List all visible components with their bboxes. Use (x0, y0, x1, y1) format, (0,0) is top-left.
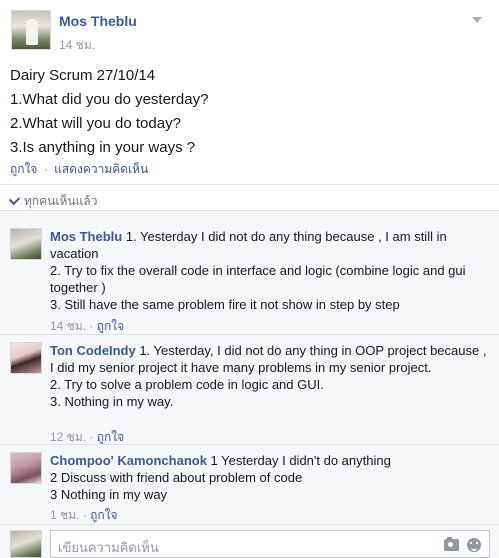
author-name[interactable]: Mos Theblu (59, 13, 137, 29)
avatar[interactable] (10, 342, 42, 374)
separator: · (89, 430, 94, 444)
like-link[interactable]: ถูกใจ (10, 162, 37, 176)
comment-time[interactable]: 1 ชม. (50, 508, 79, 522)
separator: · (82, 508, 87, 522)
post-line: 2.What will you do today? (10, 115, 181, 132)
comment-like-link[interactable]: ถูกใจ (90, 508, 117, 522)
avatar (10, 530, 42, 558)
comment-time[interactable]: 12 ชม. (50, 430, 86, 444)
comment-composer: เขียนความคิดเห็น (10, 530, 490, 558)
comment-link[interactable]: แสดงความคิดเห็น (54, 162, 148, 176)
comment-input-placeholder: เขียนความคิดเห็น (58, 540, 159, 555)
divider (0, 524, 499, 525)
post-line: 1.What did you do yesterday? (10, 91, 209, 108)
post-time[interactable]: 14 ชม. (59, 36, 95, 55)
author-avatar[interactable] (11, 10, 51, 50)
comment-like-link[interactable]: ถูกใจ (97, 319, 124, 333)
comment-text: Chompoo' Kamonchanok 1 Yesterday I didn'… (50, 452, 490, 503)
comment-like-link[interactable]: ถูกใจ (97, 430, 124, 444)
comment-author[interactable]: Mos Theblu (50, 229, 122, 244)
separator: · (43, 162, 48, 176)
post-actions: ถูกใจ · แสดงความคิดเห็น (10, 160, 148, 179)
comment-line: 2. Try to solve a problem code in logic … (50, 377, 324, 392)
comment-text: Mos Theblu 1. Yesterday I did not do any… (50, 228, 490, 313)
separator: · (89, 319, 94, 333)
avatar[interactable] (10, 452, 42, 484)
comment-line: 3. Still have the same problem fire it n… (50, 297, 400, 312)
comment-line: 2. Try to fix the overall code in interf… (50, 263, 466, 295)
chevron-down-icon[interactable] (466, 10, 488, 30)
emoji-icon[interactable] (467, 538, 481, 552)
divider (0, 444, 499, 445)
divider (0, 184, 499, 185)
checkmark-icon (8, 193, 21, 206)
seen-by-text: ทุกคนเห็นแล้ว (24, 194, 98, 208)
comment-time[interactable]: 14 ชม. (50, 319, 86, 333)
post-body: Dairy Scrum 27/10/14 1.What did you do y… (10, 64, 490, 160)
comment-line: 2 Discuss with friend about problem of c… (50, 470, 303, 485)
post-line: Dairy Scrum 27/10/14 (10, 67, 156, 84)
comment-input[interactable]: เขียนความคิดเห็น (50, 530, 490, 558)
comment-line: 3 Nothing in my way (50, 487, 168, 502)
comment-meta: 1 ชม. · ถูกใจ (50, 506, 118, 525)
comment-line: 1 Yesterday I didn't do anything (206, 453, 391, 468)
facebook-post: Mos Theblu 14 ชม. Dairy Scrum 27/10/14 1… (0, 0, 499, 558)
comment-line: 3. Nothing in my way. (50, 394, 174, 409)
comment-text: Ton CodeIndy 1. Yesterday, I did not do … (50, 342, 490, 410)
avatar[interactable] (10, 228, 42, 260)
comment-author[interactable]: Ton CodeIndy (50, 343, 136, 358)
camera-icon[interactable] (444, 537, 459, 551)
seen-by-label: ทุกคนเห็นแล้ว (8, 192, 98, 211)
divider (0, 334, 499, 335)
comment-author[interactable]: Chompoo' Kamonchanok (50, 453, 207, 468)
post-line: 3.Is anything in your ways ? (10, 139, 196, 156)
